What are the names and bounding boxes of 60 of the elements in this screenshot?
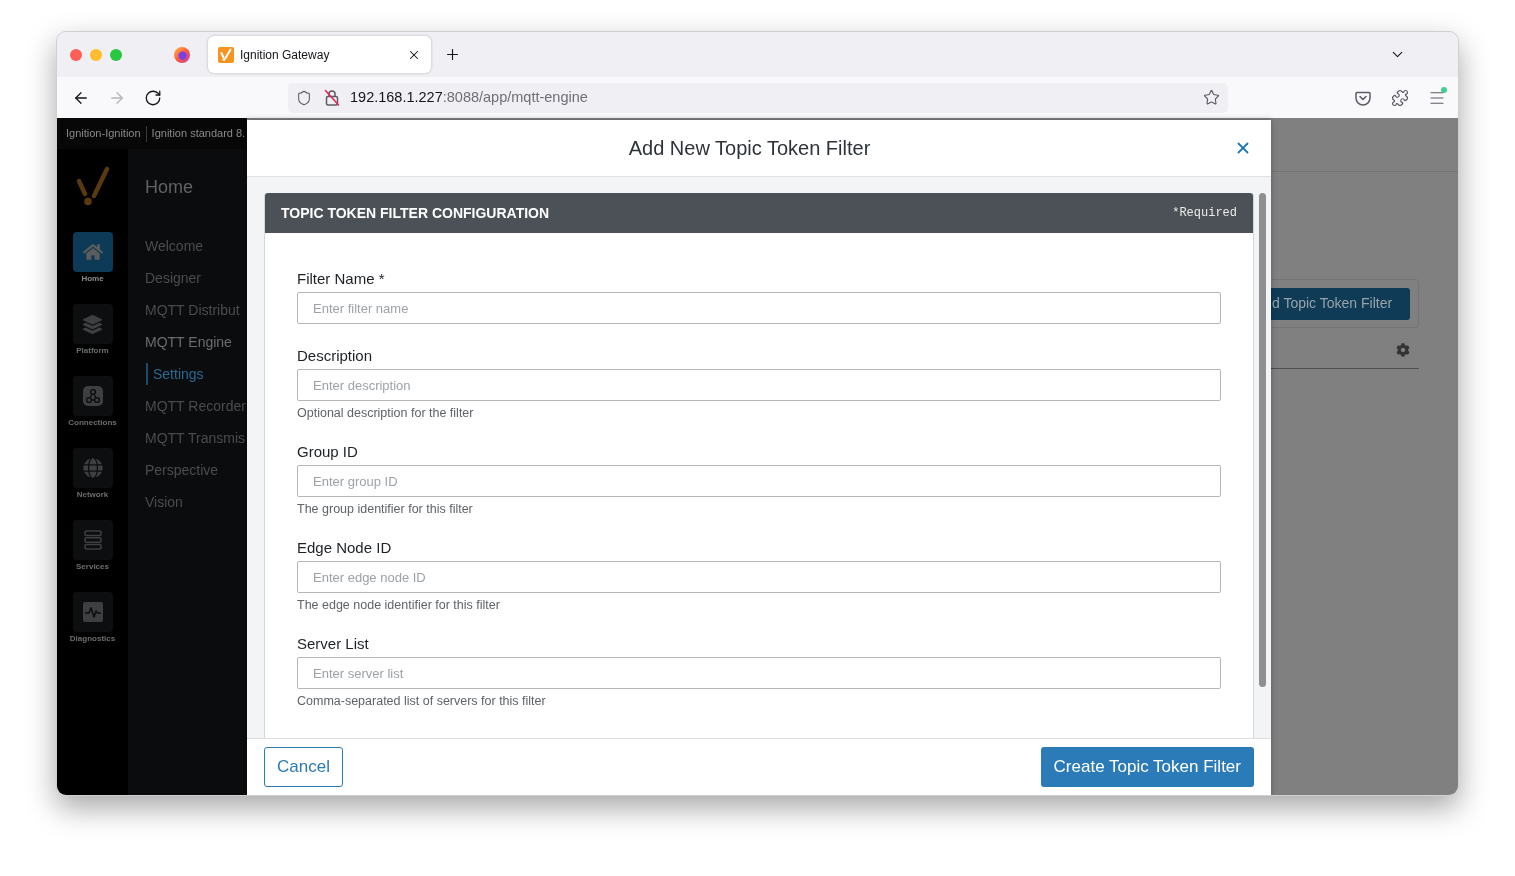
text-input[interactable]: Enter edge node ID (297, 561, 1221, 593)
help-text: The edge node identifier for this filter (297, 598, 500, 612)
nav-link[interactable]: Welcome (145, 230, 204, 262)
nav-link[interactable]: Designer (145, 262, 202, 294)
settings-icon[interactable] (1396, 343, 1410, 357)
text-input[interactable]: Enter server list (297, 657, 1221, 689)
field-label: Description (297, 346, 373, 366)
shield-icon[interactable] (296, 89, 312, 106)
field-label: Group ID (297, 442, 358, 462)
nav-link[interactable]: MQTT Distribut (145, 294, 240, 326)
system-name: Ignition-Ignition (66, 126, 141, 142)
rail-nav-button[interactable]: Services (57, 520, 128, 592)
nav-heading: Home (145, 176, 193, 198)
submit-button[interactable]: Create Topic Token Filter (1040, 747, 1254, 787)
rail-nav-button[interactable]: Home (57, 232, 128, 304)
help-text: Comma-separated list of servers for this filter (297, 694, 546, 708)
nav-link[interactable]: MQTT Transmis (145, 422, 246, 454)
nav-link[interactable]: MQTT Engine (145, 326, 232, 358)
cancel-button[interactable]: Cancel (264, 747, 343, 787)
nav-link[interactable]: Perspective (145, 454, 219, 486)
browser-tab[interactable]: Ignition Gateway (208, 36, 431, 73)
nav-link[interactable]: MQTT Recorder (145, 390, 246, 422)
rail-nav-button[interactable]: Network (57, 448, 128, 520)
network-nodes-icon (72, 376, 113, 416)
text-input[interactable]: Enter filter name (297, 292, 1221, 324)
waveform-icon (72, 592, 113, 632)
server-stack-icon (72, 520, 113, 560)
required-note: *Required (1172, 205, 1237, 222)
puzzle-piece-icon (1391, 88, 1409, 107)
address-bar[interactable]: 192.168.1.227:8088/app/mqtt-engine (288, 82, 1228, 113)
star-icon[interactable] (1203, 89, 1220, 106)
field-label: Filter Name * (297, 269, 385, 289)
house-icon (72, 232, 113, 272)
layers-icon (72, 304, 113, 344)
text-input[interactable]: Enter group ID (297, 465, 1221, 497)
rail-nav-button[interactable]: Diagnostics (57, 592, 128, 664)
section-title: TOPIC TOKEN FILTER CONFIGURATION (281, 203, 550, 223)
rail-nav-button[interactable]: Platform (57, 304, 128, 376)
scrollbar-thumb[interactable] (1259, 193, 1266, 687)
close-window-button[interactable] (70, 48, 82, 61)
nav-sublink[interactable]: Settings (146, 363, 204, 385)
logo-icon (74, 166, 111, 206)
add-filter-button[interactable]: d Topic Token Filter (1271, 287, 1410, 320)
help-text: The group identifier for this filter (297, 502, 473, 516)
crossed-lock-icon[interactable] (324, 89, 340, 106)
inbox-chevron-icon (1355, 89, 1371, 106)
reload-icon (144, 88, 162, 107)
help-text: Optional description for the filter (297, 406, 474, 420)
browser-logo-icon (174, 46, 190, 63)
logo-icon (218, 46, 234, 63)
dialog-title: Add New Topic Token Filter (628, 136, 871, 161)
tab-title: Ignition Gateway (240, 46, 330, 64)
field-label: Edge Node ID (297, 538, 392, 558)
field-label: Server List (297, 634, 369, 654)
text-input[interactable]: Enter description (297, 369, 1221, 401)
edition-text: Ignition standard 8. (151, 126, 246, 142)
rail-nav-button[interactable]: Connections (57, 376, 128, 448)
nav-link[interactable]: Vision (145, 486, 183, 518)
globe-icon (72, 448, 113, 488)
new-tab-icon[interactable] (444, 46, 461, 63)
